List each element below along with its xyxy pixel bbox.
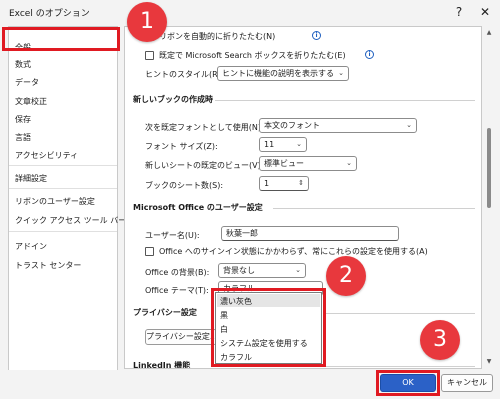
sidebar-divider bbox=[9, 231, 117, 232]
sheet-count-stepper[interactable]: 1 ⇕ bbox=[259, 176, 309, 191]
section-heading-privacy: プライバシー設定 bbox=[133, 308, 197, 317]
default-view-dropdown[interactable]: 標準ビュー ⌄ bbox=[259, 156, 357, 171]
info-icon[interactable]: i bbox=[312, 31, 321, 40]
font-size-dropdown[interactable]: 11 ⌄ bbox=[259, 137, 307, 152]
section-divider bbox=[273, 208, 475, 209]
sidebar-item-accessibility[interactable]: アクセシビリティ bbox=[15, 150, 78, 161]
sidebar-item-advanced[interactable]: 詳細設定 bbox=[15, 173, 47, 184]
annotation-box-general bbox=[2, 27, 120, 51]
sidebar-item-customize-ribbon[interactable]: リボンのユーザー設定 bbox=[15, 196, 95, 207]
sidebar-item-proofing[interactable]: 文章校正 bbox=[15, 96, 47, 107]
sidebar-item-addins[interactable]: アドイン bbox=[15, 241, 47, 252]
sidebar-item-data[interactable]: データ bbox=[15, 77, 39, 88]
scroll-down-icon[interactable]: ▼ bbox=[483, 357, 495, 367]
help-button[interactable]: ? bbox=[448, 2, 470, 22]
username-label: ユーザー名(U): bbox=[145, 231, 200, 240]
always-use-settings-label: Office へのサインイン状態にかかわらず、常にこれらの設定を使用する(A) bbox=[159, 247, 428, 256]
username-value: 秋葉一郎 bbox=[226, 229, 258, 238]
tooltip-style-label: ヒントのスタイル(R): bbox=[145, 70, 224, 79]
default-font-dropdown[interactable]: 本文のフォント ⌄ bbox=[259, 118, 417, 133]
sidebar: 全般 数式 データ 文章校正 保存 言語 アクセシビリティ 詳細設定 リボンのユ… bbox=[8, 26, 126, 382]
collapse-search-checkbox[interactable] bbox=[145, 51, 154, 60]
default-font-label: 次を既定フォントとして使用(N): bbox=[145, 123, 264, 132]
spin-arrows-icon[interactable]: ⇕ bbox=[298, 177, 304, 190]
sidebar-divider bbox=[9, 165, 117, 166]
step-badge-3: 3 bbox=[420, 320, 460, 360]
office-background-value: 背景なし bbox=[223, 266, 255, 275]
default-font-value: 本文のフォント bbox=[264, 121, 320, 130]
cancel-button[interactable]: キャンセル bbox=[441, 374, 493, 392]
step-badge-1: 1 bbox=[127, 2, 167, 42]
sheet-count-label: ブックのシート数(S): bbox=[145, 181, 224, 190]
chevron-down-icon: ⌄ bbox=[295, 266, 301, 274]
sidebar-item-formulas[interactable]: 数式 bbox=[15, 59, 31, 70]
chevron-down-icon: ⌄ bbox=[338, 69, 344, 77]
step-badge-2: 2 bbox=[326, 256, 366, 296]
sidebar-item-language[interactable]: 言語 bbox=[15, 132, 31, 143]
close-button[interactable]: ✕ bbox=[474, 2, 496, 22]
tooltip-style-value: ヒントに機能の説明を表示する bbox=[222, 69, 334, 78]
sidebar-item-quick-access-toolbar[interactable]: クイック アクセス ツール バー bbox=[15, 215, 126, 226]
scrollbar-thumb[interactable] bbox=[487, 128, 491, 208]
scroll-up-icon[interactable]: ▲ bbox=[483, 28, 495, 38]
annotation-box-theme-list bbox=[211, 288, 326, 367]
section-heading-personalize: Microsoft Office のユーザー設定 bbox=[133, 203, 263, 212]
chevron-down-icon: ⌄ bbox=[406, 121, 412, 129]
office-background-dropdown[interactable]: 背景なし ⌄ bbox=[218, 263, 306, 278]
annotation-box-ok bbox=[376, 370, 440, 396]
always-use-settings-checkbox[interactable] bbox=[145, 247, 154, 256]
chevron-down-icon: ⌄ bbox=[346, 159, 352, 167]
section-divider bbox=[325, 313, 475, 314]
collapse-search-label: 既定で Microsoft Search ボックスを折りたたむ(E) bbox=[159, 51, 346, 60]
office-theme-label: Office テーマ(T): bbox=[145, 286, 209, 295]
office-background-label: Office の背景(B): bbox=[145, 268, 210, 277]
font-size-label: フォント サイズ(Z): bbox=[145, 142, 218, 151]
sheet-count-value: 1 bbox=[264, 179, 270, 188]
privacy-settings-button[interactable]: プライバシー設定... bbox=[145, 329, 217, 345]
section-divider bbox=[325, 366, 475, 367]
window-title: Excel のオプション bbox=[9, 9, 90, 19]
section-heading-linkedin: LinkedIn 機能 bbox=[133, 361, 191, 369]
username-field[interactable]: 秋葉一郎 bbox=[221, 226, 399, 241]
info-icon[interactable]: i bbox=[365, 50, 374, 59]
sidebar-item-trust-center[interactable]: トラスト センター bbox=[15, 260, 81, 271]
default-view-label: 新しいシートの既定のビュー(V): bbox=[145, 161, 264, 170]
chevron-down-icon: ⌄ bbox=[296, 140, 302, 148]
collapse-ribbon-label: リボンを自動的に折りたたむ(N) bbox=[159, 32, 276, 41]
tooltip-style-dropdown[interactable]: ヒントに機能の説明を表示する ⌄ bbox=[217, 66, 349, 81]
default-view-value: 標準ビュー bbox=[264, 159, 304, 168]
sidebar-divider bbox=[9, 188, 117, 189]
sidebar-item-save[interactable]: 保存 bbox=[15, 114, 31, 125]
font-size-value: 11 bbox=[264, 140, 275, 149]
section-divider bbox=[215, 100, 475, 101]
section-heading-new-workbook: 新しいブックの作成時 bbox=[133, 95, 213, 104]
